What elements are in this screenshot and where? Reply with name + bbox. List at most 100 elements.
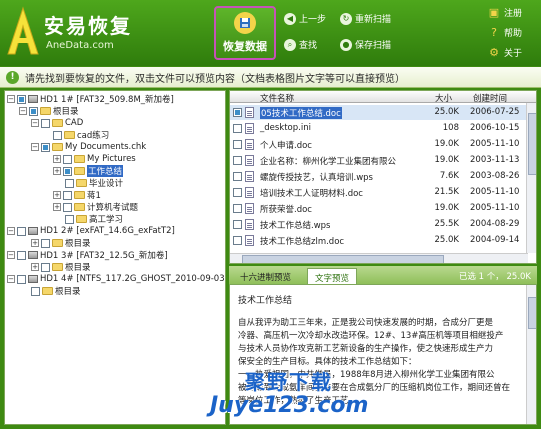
- checkbox[interactable]: [65, 178, 74, 188]
- collapse-icon[interactable]: −: [19, 107, 27, 115]
- collapse-icon[interactable]: −: [7, 251, 15, 259]
- table-row[interactable]: _desktop.ini 108 2006-10-15: [230, 121, 528, 136]
- checkbox[interactable]: [41, 238, 50, 248]
- drive-icon: [28, 251, 38, 259]
- collapse-icon[interactable]: −: [7, 275, 15, 283]
- file-icon: [245, 139, 254, 150]
- tree-root-3[interactable]: + 根目录: [31, 261, 91, 273]
- expand-icon[interactable]: +: [53, 167, 61, 175]
- tree-folder-senior-study[interactable]: 高工学习: [65, 213, 123, 225]
- tree-folder-jiang1[interactable]: + 蒋1: [53, 189, 101, 201]
- save-scan-label: 保存扫描: [355, 41, 392, 51]
- tree-folder-mypictures[interactable]: + My Pictures: [53, 153, 136, 165]
- checkbox[interactable]: [63, 166, 72, 176]
- checkbox[interactable]: [41, 118, 50, 128]
- tree-drive-4[interactable]: − HD1 4# [NTFS_117.2G_GHOST_2010-09-03]: [7, 273, 225, 285]
- expand-icon[interactable]: +: [53, 155, 61, 163]
- tree-root-4[interactable]: 根目录: [31, 285, 81, 297]
- tree-root-2[interactable]: + 根目录: [31, 237, 91, 249]
- expand-icon[interactable]: +: [31, 239, 39, 247]
- back-button[interactable]: ◀ 上一步: [284, 12, 326, 25]
- folder-tree[interactable]: − HD1 1# [FAT32_509.8M_新加卷] − 根目录 − CAD cad…: [4, 90, 226, 425]
- tree-drive-2[interactable]: − HD1 2# [exFAT_14.6G_exFatT2]: [7, 225, 175, 237]
- app-header: 安易恢复 AneData.com 恢复数据 ◀ 上一步 ↻ 重新扫描 ⌕ 查找 …: [0, 0, 541, 66]
- checkbox[interactable]: [41, 262, 50, 272]
- recover-data-button[interactable]: 恢复数据: [214, 6, 276, 60]
- folder-icon: [74, 191, 85, 199]
- collapse-icon[interactable]: −: [31, 119, 39, 127]
- checkbox[interactable]: [233, 236, 242, 245]
- col-date[interactable]: 创建时间: [473, 92, 507, 104]
- file-icon: [245, 219, 254, 230]
- checkbox[interactable]: [233, 124, 242, 133]
- table-row[interactable]: 技术工作总结zlm.doc 25.0K 2004-09-14: [230, 233, 528, 248]
- collapse-icon[interactable]: −: [7, 95, 15, 103]
- file-list-horizontal-scrollbar[interactable]: [230, 253, 528, 263]
- checkbox[interactable]: [233, 156, 242, 165]
- table-row[interactable]: 所获荣誉.doc 19.0K 2005-11-10: [230, 201, 528, 216]
- checkbox[interactable]: [29, 106, 38, 116]
- expand-icon[interactable]: +: [31, 263, 39, 271]
- checkbox[interactable]: [31, 286, 40, 296]
- table-row[interactable]: 螺旋传授技艺，认真培训.wps 7.6K 2003-08-26: [230, 169, 528, 184]
- tree-folder-exam[interactable]: + 计算机考试题: [53, 201, 138, 213]
- register-button[interactable]: ▣ 注册: [488, 6, 522, 19]
- file-list-vertical-scrollbar[interactable]: [526, 103, 536, 253]
- checkbox[interactable]: [17, 250, 26, 260]
- checkbox[interactable]: [17, 226, 26, 236]
- tree-root-1[interactable]: − 根目录: [19, 105, 79, 117]
- drive-icon: [28, 95, 38, 103]
- file-list[interactable]: 文件名称 大小 创建时间 05技术工作总结.doc 25.0K 2006-07-25…: [229, 90, 537, 264]
- file-icon: [245, 171, 254, 182]
- preview-scrollbar[interactable]: [526, 285, 536, 424]
- tree-folder-work-summary[interactable]: + 工作总结: [53, 165, 124, 177]
- rescan-button[interactable]: ↻ 重新扫描: [340, 12, 391, 25]
- table-row[interactable]: 个人申请.doc 19.0K 2005-11-10: [230, 137, 528, 152]
- checkbox[interactable]: [41, 142, 50, 152]
- checkbox[interactable]: [63, 190, 72, 200]
- help-button[interactable]: ? 帮助: [488, 26, 522, 39]
- expand-icon[interactable]: +: [53, 203, 61, 211]
- checkbox[interactable]: [233, 188, 242, 197]
- checkbox[interactable]: [233, 220, 242, 229]
- tree-drive-1[interactable]: − HD1 1# [FAT32_509.8M_新加卷]: [7, 93, 174, 105]
- find-button[interactable]: ⌕ 查找: [284, 38, 317, 51]
- checkbox[interactable]: [233, 172, 242, 181]
- folder-icon: [76, 215, 87, 223]
- checkbox[interactable]: [233, 108, 242, 117]
- table-row[interactable]: 技术工作总结.wps 25.5K 2004-08-29: [230, 217, 528, 232]
- file-icon: [245, 235, 254, 246]
- collapse-icon[interactable]: −: [7, 227, 15, 235]
- col-name[interactable]: 文件名称: [260, 92, 294, 104]
- exclamation-icon: !: [6, 70, 19, 84]
- table-row[interactable]: 企业名称：柳州化学工业集团有限公 19.0K 2003-11-13: [230, 153, 528, 168]
- preview-line: 自从我评为助工三年来，正是我公司快速发展的时期，合成分厂更是: [238, 318, 494, 328]
- tree-folder-graduation[interactable]: 毕业设计: [65, 177, 123, 189]
- drive-icon: [28, 275, 38, 283]
- checkbox[interactable]: [63, 154, 72, 164]
- info-icon: ⚙: [489, 46, 499, 59]
- table-row[interactable]: 05技术工作总结.doc 25.0K 2006-07-25: [230, 105, 528, 120]
- checkbox[interactable]: [17, 274, 26, 284]
- folder-icon: [52, 263, 63, 271]
- tree-folder-cad-practice[interactable]: cad练习: [53, 129, 109, 141]
- checkbox[interactable]: [17, 94, 26, 104]
- tree-folder-mydocs[interactable]: − My Documents.chk: [31, 141, 146, 153]
- checkbox[interactable]: [65, 214, 74, 224]
- tab-text-preview[interactable]: 文字预览: [307, 268, 358, 284]
- expand-icon[interactable]: +: [53, 191, 61, 199]
- collapse-icon[interactable]: −: [31, 143, 39, 151]
- checkbox[interactable]: [63, 202, 72, 212]
- checkbox[interactable]: [233, 204, 242, 213]
- tab-hex-preview[interactable]: 十六进制预览: [233, 268, 298, 284]
- recover-data-label: 恢复数据: [223, 40, 267, 53]
- help-label: 帮助: [504, 29, 523, 39]
- table-row[interactable]: 培训技术工人证明材料.doc 21.5K 2005-11-10: [230, 185, 528, 200]
- save-scan-button[interactable]: ● 保存扫描: [340, 38, 391, 51]
- tree-folder-cad[interactable]: − CAD: [31, 117, 83, 129]
- about-button[interactable]: ⚙ 关于: [488, 46, 522, 59]
- col-size[interactable]: 大小: [435, 92, 452, 104]
- tree-drive-3[interactable]: − HD1 3# [FAT32_12.5G_新加卷]: [7, 249, 168, 261]
- checkbox[interactable]: [233, 140, 242, 149]
- checkbox[interactable]: [53, 130, 62, 140]
